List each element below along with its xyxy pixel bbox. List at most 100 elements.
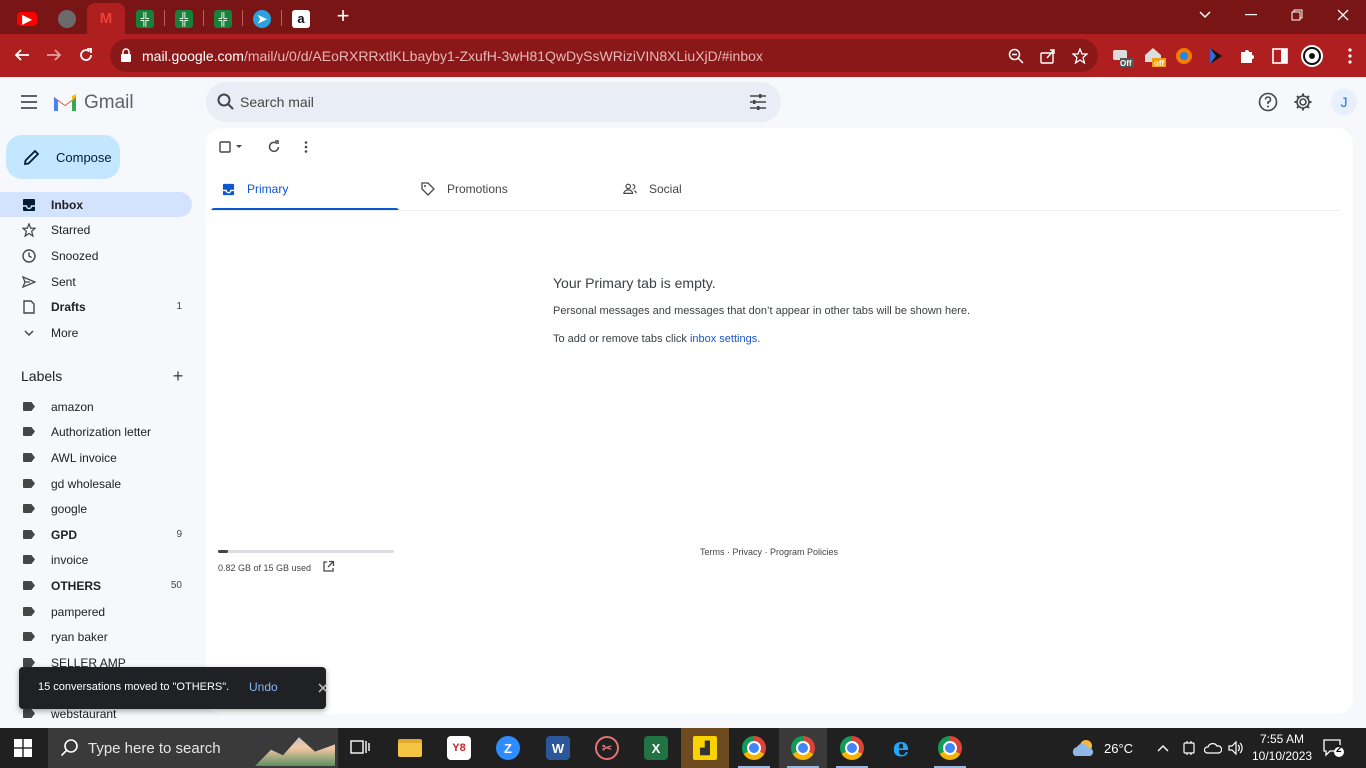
reload-button[interactable] — [72, 41, 100, 69]
app-ve-icon[interactable]: Y8 — [435, 728, 483, 768]
empty-state-description: Personal messages and messages that don’… — [553, 305, 971, 317]
chrome-profile-2-icon[interactable] — [779, 728, 827, 768]
label-item[interactable]: OTHERS 50 — [0, 573, 192, 598]
word-icon[interactable]: W — [534, 728, 582, 768]
chrome-profile-4-icon[interactable] — [926, 728, 974, 768]
share-icon[interactable] — [1037, 45, 1059, 67]
snackbar-message: 15 conversations moved to "OTHERS". — [38, 681, 230, 693]
tab-primary[interactable]: Primary — [211, 168, 399, 211]
chrome-profile-1-icon[interactable] — [730, 728, 778, 768]
footer-links[interactable]: Terms · Privacy · Program Policies — [700, 547, 838, 557]
support-icon[interactable] — [1257, 91, 1279, 113]
select-all-checkbox[interactable] — [218, 138, 246, 156]
cloud-icon — [1072, 740, 1094, 756]
side-panel-icon[interactable] — [1268, 44, 1292, 68]
windows-start-icon[interactable] — [14, 739, 32, 757]
sidebar-item-starred[interactable]: Starred — [0, 217, 192, 242]
tab-search-button[interactable] — [1182, 0, 1228, 30]
restore-button[interactable] — [1274, 0, 1320, 30]
chrome-profile-3-icon[interactable] — [828, 728, 876, 768]
label-item[interactable]: invoice — [0, 547, 192, 572]
sidebar-item-inbox[interactable]: Inbox — [0, 192, 192, 217]
compose-button[interactable]: Compose — [6, 135, 120, 179]
notification-center-icon[interactable]: 2 — [1322, 738, 1344, 758]
windows-taskbar: Type here to search Y8 Z W ✂ X ▟ e 26°C … — [0, 728, 1366, 768]
snipping-tool-icon[interactable]: ✂ — [583, 728, 631, 768]
label-item[interactable]: gd wholesale — [0, 471, 192, 496]
sidebar-item-more[interactable]: More — [0, 320, 192, 345]
sheets-icon: ╬ — [214, 9, 232, 28]
task-view-icon[interactable] — [336, 728, 384, 768]
search-icon[interactable] — [216, 92, 236, 112]
account-avatar[interactable]: J — [1331, 89, 1357, 115]
refresh-icon[interactable] — [265, 138, 283, 156]
sidebar-item-drafts[interactable]: Drafts 1 — [0, 294, 192, 319]
search-options-icon[interactable] — [749, 93, 767, 111]
bookmark-star-icon[interactable] — [1069, 45, 1091, 67]
label-item[interactable]: ryan baker — [0, 624, 192, 649]
label-item[interactable]: AWL invoice — [0, 445, 192, 470]
search-icon — [60, 739, 78, 757]
inbox-icon — [221, 182, 235, 196]
profile-avatar-icon[interactable] — [1300, 44, 1324, 68]
onedrive-icon[interactable] — [1204, 728, 1222, 768]
inbox-settings-link[interactable]: inbox settings — [690, 333, 757, 345]
create-label-button[interactable]: + — [170, 367, 186, 385]
tab-social[interactable]: Social — [613, 168, 801, 211]
close-icon[interactable] — [316, 681, 330, 695]
label-name: AWL invoice — [51, 450, 117, 465]
label-item[interactable]: GPD 9 — [0, 522, 192, 547]
forward-button[interactable] — [40, 41, 68, 69]
open-in-new-icon[interactable] — [322, 560, 335, 573]
tab-gmail[interactable]: M — [87, 3, 125, 34]
sticky-notes-icon[interactable]: ▟ — [681, 728, 729, 768]
sheets-icon: ╬ — [136, 9, 154, 28]
extension-orange-icon[interactable] — [1172, 44, 1196, 68]
people-icon — [623, 182, 637, 196]
sidebar-item-sent[interactable]: Sent — [0, 269, 192, 294]
show-hidden-icons-button[interactable] — [1157, 728, 1169, 768]
undo-button[interactable]: Undo — [249, 680, 278, 694]
sidebar-item-label: More — [51, 325, 79, 340]
label-item[interactable]: google — [0, 496, 192, 521]
zoom-icon[interactable] — [1005, 45, 1027, 67]
close-window-button[interactable] — [1320, 0, 1366, 30]
tab-youtube[interactable]: ▶ — [8, 3, 46, 34]
tab-sheets-2[interactable]: ╬ — [165, 3, 203, 34]
label-name: gd wholesale — [51, 476, 122, 491]
file-explorer-icon[interactable] — [386, 728, 434, 768]
settings-gear-icon[interactable] — [1292, 91, 1314, 113]
more-options-icon[interactable] — [298, 138, 314, 156]
label-icon — [22, 553, 36, 567]
tab-promotions[interactable]: Promotions — [411, 168, 599, 211]
main-menu-button[interactable] — [16, 89, 42, 115]
tab-sheets-1[interactable]: ╬ — [126, 3, 164, 34]
label-item[interactable]: Authorization letter — [0, 419, 192, 444]
tab-sheets-3[interactable]: ╬ — [204, 3, 242, 34]
internet-explorer-icon[interactable]: e — [877, 728, 925, 768]
volume-icon[interactable] — [1228, 728, 1244, 768]
excel-icon[interactable]: X — [632, 728, 680, 768]
gmail-logo[interactable]: Gmail — [52, 92, 134, 114]
label-item[interactable]: pampered — [0, 599, 192, 624]
device-icon[interactable] — [1182, 728, 1196, 768]
sidebar-item-snoozed[interactable]: Snoozed — [0, 243, 192, 268]
address-bar[interactable]: mail.google.com/mail/u/0/d/AEoRXRRxtlKLb… — [110, 39, 1098, 72]
weather-widget[interactable]: 26°C — [1070, 728, 1133, 768]
extensions-puzzle-icon[interactable] — [1236, 44, 1260, 68]
extension-home-icon[interactable]: off — [1142, 44, 1166, 68]
extension-off-icon[interactable]: Off — [1110, 44, 1134, 68]
tab-generic[interactable] — [48, 3, 86, 34]
zoom-app-icon[interactable]: Z — [484, 728, 532, 768]
tab-amazon[interactable]: a — [282, 3, 320, 34]
back-button[interactable] — [8, 41, 36, 69]
search-input[interactable] — [240, 92, 720, 112]
label-item[interactable]: amazon — [0, 394, 192, 419]
new-tab-button[interactable]: + — [332, 5, 354, 27]
extension-cursor-icon[interactable] — [1204, 44, 1228, 68]
tab-telegram[interactable]: ➤ — [243, 3, 281, 34]
system-clock[interactable]: 7:55 AM 10/10/2023 — [1252, 731, 1312, 765]
chrome-menu-icon[interactable] — [1338, 44, 1362, 68]
minimize-button[interactable] — [1228, 0, 1274, 30]
search-box[interactable] — [206, 82, 781, 122]
